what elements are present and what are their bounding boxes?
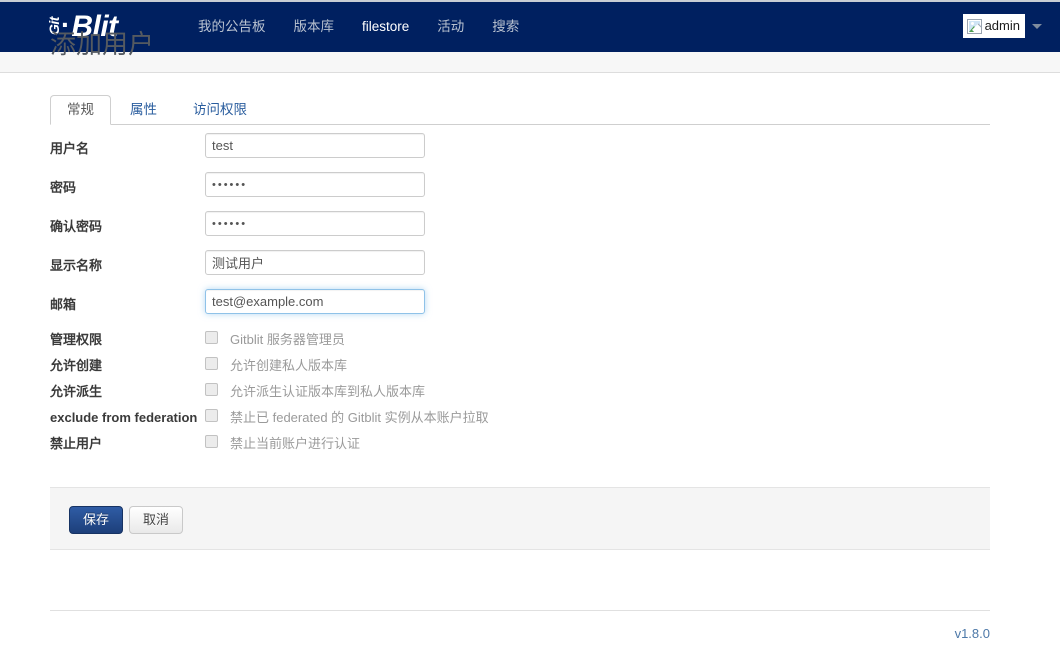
form-row-email: 邮箱 [0,289,1060,328]
user-name-label: admin [984,18,1020,33]
nav-link-dashboard[interactable]: 我的公告板 [184,18,280,36]
chevron-down-icon[interactable] [1032,23,1042,29]
tab-link-permissions[interactable]: 访问权限 [176,95,264,125]
broken-image-icon [966,18,982,34]
form-row-password: 密码 [0,172,1060,211]
version-link[interactable]: v1.8.0 [955,626,990,641]
password-input[interactable] [205,172,425,197]
label-display-name: 显示名称 [50,258,103,273]
display-name-input[interactable] [205,250,425,275]
form-row-confirm-password: 确认密码 [0,211,1060,250]
label-can-create: 允许创建 [50,358,103,373]
top-navbar: Git · Blit 我的公告板 版本库 filestore 活动 搜索 adm… [0,2,1060,52]
nav-item-dashboard[interactable]: 我的公告板 [184,18,280,36]
cancel-button[interactable]: 取消 [129,506,184,534]
exclude-federation-checkbox[interactable] [205,409,218,422]
tab-general[interactable]: 常规 [50,94,111,125]
help-admin: Gitblit 服务器管理员 [230,332,345,347]
form-row-can-create: 允许创建 允许创建私人版本库 [0,354,1060,380]
help-can-fork: 允许派生认证版本库到私人版本库 [230,384,426,399]
nav-item-activity[interactable]: 活动 [423,18,478,36]
nav-item-filestore[interactable]: filestore [348,18,423,36]
nav-link-repositories[interactable]: 版本库 [280,18,349,36]
help-can-create: 允许创建私人版本库 [230,358,348,373]
nav-item-repositories[interactable]: 版本库 [280,18,349,36]
content-area: 常规 属性 访问权限 用户名 密码 确认密码 显示名称 邮箱 [0,73,1060,660]
can-fork-checkbox[interactable] [205,383,218,396]
form-row-admin: 管理权限 Gitblit 服务器管理员 [0,328,1060,354]
label-exclude-federation: exclude from federation [50,410,198,425]
help-disabled-user: 禁止当前账户进行认证 [230,436,361,451]
save-button[interactable]: 保存 [69,506,124,534]
page-title: 添加用户 [50,29,155,59]
username-input[interactable] [205,133,425,158]
help-exclude-federation: 禁止已 federated 的 Gitblit 实例从本账户拉取 [230,410,489,425]
label-admin: 管理权限 [50,332,103,347]
form-row-display-name: 显示名称 [0,250,1060,289]
label-email: 邮箱 [50,297,77,312]
label-confirm-password: 确认密码 [50,219,103,234]
page-title-band: 添加用户 [0,29,1060,73]
form-row-disabled-user: 禁止用户 禁止当前账户进行认证 [0,432,1060,458]
disabled-user-checkbox[interactable] [205,435,218,448]
form-row-can-fork: 允许派生 允许派生认证版本库到私人版本库 [0,380,1060,406]
label-password: 密码 [50,180,77,195]
email-input[interactable] [205,289,425,314]
user-chip[interactable]: admin [962,14,1025,38]
form-row-username: 用户名 [0,133,1060,172]
form-row-exclude-federation: exclude from federation 禁止已 federated 的 … [0,406,1060,432]
tab-permissions[interactable]: 访问权限 [176,94,264,124]
form-actions-bar: 保存 取消 [50,487,990,550]
nav-link-search[interactable]: 搜索 [478,18,533,36]
confirm-password-input[interactable] [205,211,425,236]
tab-attributes[interactable]: 属性 [113,94,174,124]
tab-link-attributes[interactable]: 属性 [113,95,174,125]
nav-link-activity[interactable]: 活动 [423,18,478,36]
tab-bar: 常规 属性 访问权限 [50,94,990,125]
can-create-checkbox[interactable] [205,357,218,370]
add-user-form: 用户名 密码 确认密码 显示名称 邮箱 管理权限 Gitblit 服务器管理员 [0,133,1060,458]
footer-divider [50,610,990,611]
label-can-fork: 允许派生 [50,384,103,399]
tab-link-general[interactable]: 常规 [50,95,111,125]
primary-nav: 我的公告板 版本库 filestore 活动 搜索 [184,18,533,36]
nav-link-filestore[interactable]: filestore [348,18,423,36]
nav-item-search[interactable]: 搜索 [478,18,533,36]
user-menu[interactable]: admin [962,14,1042,38]
label-disabled-user: 禁止用户 [50,436,103,451]
label-username: 用户名 [50,141,90,156]
admin-checkbox[interactable] [205,331,218,344]
